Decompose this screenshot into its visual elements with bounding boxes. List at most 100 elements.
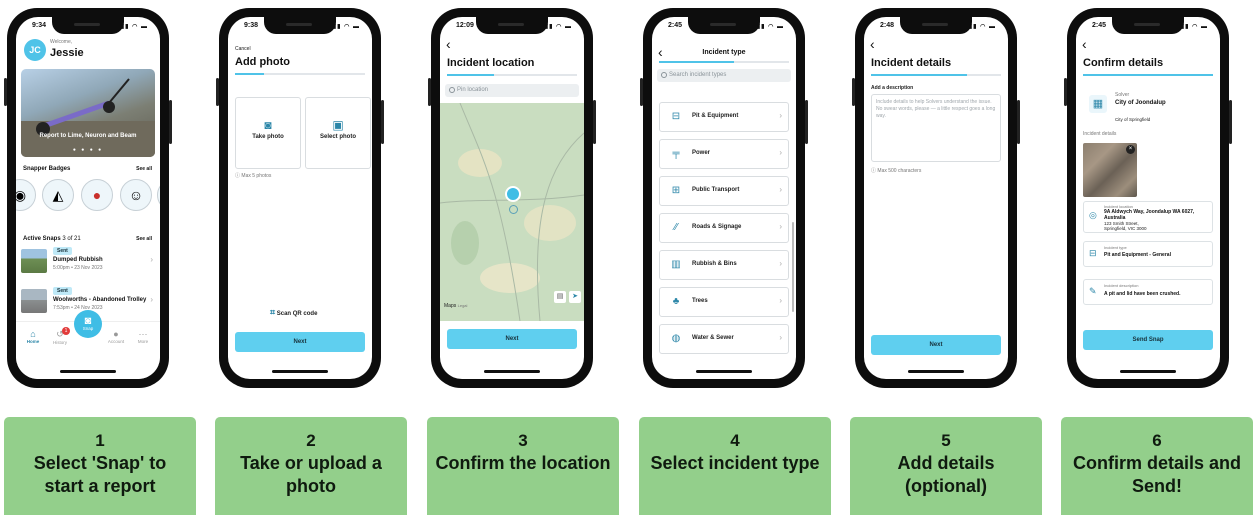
nav-label: History	[52, 340, 67, 345]
carousel-dots[interactable]: ● ● ● ●	[21, 147, 155, 153]
incident-type-search[interactable]: Search incident types	[657, 69, 791, 82]
scan-qr-button[interactable]: ⌗ Scan QR code	[270, 305, 334, 319]
status-time: 2:45	[668, 22, 683, 29]
incident-type-item[interactable]: ╤ Power ›	[659, 139, 789, 169]
step-number: 4	[730, 431, 740, 450]
description-card: ✎ Incident description A pit and lid hav…	[1083, 279, 1213, 305]
progress-bar	[447, 74, 577, 76]
pin-location-search[interactable]: Pin location	[445, 84, 579, 97]
scrollbar[interactable]	[792, 222, 794, 312]
map-pin-icon[interactable]	[505, 186, 521, 202]
banner-carousel[interactable]: Report to Lime, Neuron and Beam ● ● ● ●	[21, 69, 155, 157]
type-label: Incident type	[1104, 245, 1127, 250]
description-textarea[interactable]: Include details to help Solvers understa…	[871, 94, 1001, 162]
step-number: 1	[95, 431, 105, 450]
select-photo-label: Select photo	[319, 134, 356, 140]
screen-incident-location: 12:09 ▮▮ ◠ ▬ ‹ Incident location Pin loca…	[440, 17, 584, 379]
nav-more[interactable]: ··· More	[132, 329, 154, 344]
scooter-badge-icon[interactable]: ⚲	[157, 179, 160, 211]
user-name: Jessie	[50, 47, 84, 59]
snap-button[interactable]: ◙ Snap	[74, 310, 102, 338]
bus-icon: ⊞	[671, 185, 681, 196]
status-badge: Sent	[53, 287, 72, 295]
incident-type-item[interactable]: ◍ Water & Sewer ›	[659, 324, 789, 354]
badges-title: Snapper Badges	[23, 166, 71, 172]
signal-wifi-battery-icon: ▮▮ ◠ ▬	[332, 24, 360, 30]
back-chevron-icon[interactable]: ‹	[870, 37, 875, 51]
chevron-right-icon: ›	[779, 111, 782, 120]
snap-row[interactable]: Sent Dumped Rubbish 5:00pm • 23 Nov 2023…	[21, 247, 155, 277]
screen-incident-type: 2:45 ▮▮ ◠ ▬ ‹ Incident type Search incide…	[652, 17, 796, 379]
pit-icon: ⊟	[671, 111, 681, 122]
nav-history[interactable]: ↺ History 1	[48, 327, 72, 345]
active-see-all[interactable]: See all	[136, 236, 152, 242]
chevron-right-icon: ›	[150, 295, 153, 304]
maps-text: Maps	[444, 303, 457, 309]
incident-type-label: Water & Sewer	[692, 335, 734, 341]
nav-label: More	[137, 339, 149, 344]
snap-thumbnail	[21, 249, 47, 273]
incident-details-heading: Incident details	[1083, 131, 1117, 137]
banner-text: Report to Lime, Neuron and Beam	[39, 133, 137, 139]
folded-map-badge-icon[interactable]: ◭	[42, 179, 74, 211]
select-photo-button[interactable]: ▣ Select photo	[305, 97, 371, 169]
locate-me-button[interactable]: ➤	[569, 291, 581, 303]
page-title: Confirm details	[1083, 57, 1164, 69]
nav-account[interactable]: ● Account	[104, 329, 128, 344]
status-time: 2:45	[1092, 22, 1107, 29]
cancel-button[interactable]: Cancel	[235, 46, 251, 52]
incident-type-item[interactable]: ⁄⁄ Roads & Signage ›	[659, 213, 789, 243]
take-photo-button[interactable]: ◙ Take photo	[235, 97, 301, 169]
description-value: A pit and lid have been crushed.	[1104, 291, 1181, 297]
solver-card: ▦ Solver City of Joondalup City of Sprin…	[1083, 87, 1213, 129]
next-button[interactable]: Next	[447, 329, 577, 349]
send-snap-button[interactable]: Send Snap	[1083, 330, 1213, 350]
type-card: ⊟ Incident type Pit and Equipment - Gene…	[1083, 241, 1213, 267]
chevron-right-icon: ›	[779, 296, 782, 305]
scan-qr-label: Scan QR code	[276, 311, 318, 317]
phone-confirm-details: 2:45 ▮▮ ◠ ▬ ‹ Confirm details ▦ Solver Ci…	[1064, 8, 1232, 388]
incident-type-label: Trees	[692, 298, 708, 304]
map-pin-badge-icon[interactable]: ◉	[16, 179, 36, 211]
incident-type-item[interactable]: ♣ Trees ›	[659, 287, 789, 317]
page-title: Incident type	[702, 49, 746, 56]
incident-type-label: Public Transport	[692, 187, 740, 193]
back-chevron-icon[interactable]: ‹	[1082, 37, 1087, 51]
location-value: 9A Aldwych Way, Joondalup WA 6027, Austr…	[1104, 209, 1195, 221]
step-text: Select 'Snap' to start a report	[33, 453, 167, 496]
camera-icon: ◙	[264, 118, 272, 132]
maps-label: Maps Legal	[444, 303, 467, 309]
person-badge-icon[interactable]: ☺	[120, 179, 152, 211]
add-description-label: Add a description	[871, 85, 914, 91]
remove-photo-icon[interactable]: ×	[1126, 145, 1135, 154]
signal-wifi-battery-icon: ▮▮ ◠ ▬	[756, 24, 784, 30]
incident-photo: ×	[1083, 143, 1137, 197]
badges-see-all[interactable]: See all	[136, 166, 152, 172]
map-layers-button[interactable]: ▤	[554, 291, 566, 303]
chevron-right-icon: ›	[779, 148, 782, 157]
back-chevron-icon[interactable]: ‹	[446, 37, 451, 51]
incident-type-item[interactable]: ⊟ Pit & Equipment ›	[659, 102, 789, 132]
next-button[interactable]: Next	[235, 332, 365, 352]
step-number: 5	[941, 431, 951, 450]
nav-label: Snap	[82, 326, 94, 331]
incident-type-label: Rubbish & Bins	[692, 261, 737, 267]
incident-type-item[interactable]: ⊞ Public Transport ›	[659, 176, 789, 206]
next-button[interactable]: Next	[871, 335, 1001, 355]
snap-time: 5:00pm • 23 Nov 2023	[53, 265, 103, 271]
phone-incident-type: 2:45 ▮▮ ◠ ▬ ‹ Incident type Search incide…	[640, 8, 808, 388]
type-value: Pit and Equipment - General	[1104, 252, 1171, 258]
max-chars-note: ⓘ Max 500 characters	[871, 167, 921, 174]
progress-bar	[1083, 74, 1213, 76]
nav-home[interactable]: ⌂ Home	[22, 329, 44, 344]
legal-link[interactable]: Legal	[458, 303, 468, 308]
step-text: Add details (optional)	[897, 453, 995, 496]
avatar[interactable]: JC	[24, 39, 46, 61]
map-view[interactable]: Maps Legal ▤ ➤	[440, 103, 584, 321]
location-card: ◎ Incident location 9A Aldwych Way, Joon…	[1083, 201, 1213, 233]
edit-note-icon: ✎	[1089, 286, 1097, 296]
incident-type-item[interactable]: ▥ Rubbish & Bins ›	[659, 250, 789, 280]
incident-type-label: Pit & Equipment	[692, 113, 739, 119]
gallery-icon: ▣	[332, 118, 344, 132]
boxing-glove-badge-icon[interactable]: ●	[81, 179, 113, 211]
